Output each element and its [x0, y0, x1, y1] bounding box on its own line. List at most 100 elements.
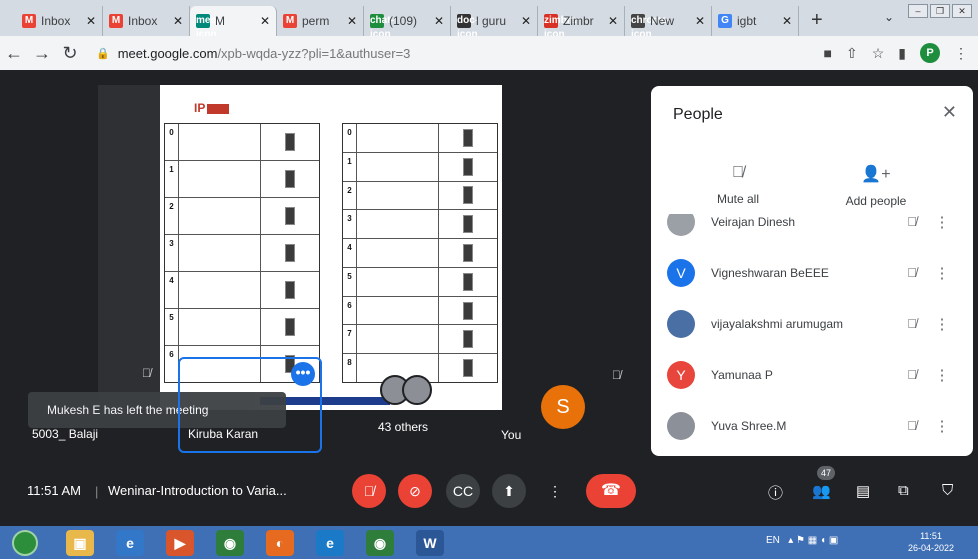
- more-options-icon[interactable]: ⋮: [538, 474, 572, 508]
- browser-tab[interactable]: zimbra-icon Zimbr ✕: [538, 6, 625, 40]
- participant-row[interactable]: Veirajan Dinesh 🎙̸ ⋮: [651, 214, 973, 247]
- start-button[interactable]: [12, 530, 38, 556]
- ip-digit: 5: [343, 267, 357, 296]
- edge-icon[interactable]: e: [316, 530, 344, 556]
- back-arrow-icon[interactable]: ←: [0, 43, 28, 64]
- self-avatar: S: [541, 385, 585, 429]
- maximize-icon[interactable]: ❐: [930, 4, 950, 18]
- media-player-icon[interactable]: ▶: [166, 530, 194, 556]
- people-count-badge: 47: [817, 466, 835, 480]
- more-options-icon[interactable]: ⋮: [927, 366, 957, 384]
- participant-tile-balaji: 5003_ Balaji: [32, 427, 99, 441]
- tab-close-icon[interactable]: ✕: [434, 14, 444, 28]
- tab-close-icon[interactable]: ✕: [521, 14, 531, 28]
- protection-illustration: [261, 272, 319, 308]
- add-people-button[interactable]: 👤+ Add people: [831, 164, 921, 208]
- firefox-icon[interactable]: ◐: [266, 530, 294, 556]
- row-description: [357, 296, 439, 325]
- camera-indicator-icon[interactable]: ■: [824, 45, 832, 61]
- tab-close-icon[interactable]: ✕: [260, 14, 270, 28]
- profile-avatar[interactable]: P: [920, 43, 940, 63]
- slide-title: IP: [194, 101, 230, 115]
- tab-label: (109): [389, 14, 418, 28]
- tab-label: M: [215, 14, 225, 28]
- tab-close-icon[interactable]: ✕: [86, 14, 96, 28]
- chrome-active-icon[interactable]: ◉: [366, 530, 394, 556]
- favicon-icon: M: [22, 14, 36, 28]
- word-icon[interactable]: W: [416, 530, 444, 556]
- host-controls-icon[interactable]: ⛉: [942, 482, 953, 499]
- internet-explorer-icon[interactable]: e: [116, 530, 144, 556]
- browser-menu-icon[interactable]: ⋮: [954, 45, 968, 62]
- browser-tab[interactable]: doc-icon l guru ✕: [451, 6, 538, 40]
- close-window-icon[interactable]: ✕: [952, 4, 972, 18]
- share-icon[interactable]: ⇧: [846, 45, 858, 62]
- more-options-icon[interactable]: ⋮: [927, 264, 957, 282]
- chat-icon[interactable]: ▤: [856, 482, 870, 500]
- tab-close-icon[interactable]: ✕: [695, 14, 705, 28]
- browser-tab[interactable]: M Inbox ✕: [103, 6, 190, 36]
- reload-icon[interactable]: ↻: [56, 43, 84, 64]
- more-options-icon[interactable]: ⋮: [927, 315, 957, 333]
- new-tab-button[interactable]: +: [799, 6, 835, 36]
- captions-button[interactable]: CC: [446, 474, 480, 508]
- end-call-button[interactable]: ☎: [586, 474, 636, 508]
- browser-tab[interactable]: meet-icon M ✕: [190, 6, 277, 40]
- forward-arrow-icon[interactable]: →: [28, 43, 56, 64]
- tray-icons[interactable]: ▴ ⚑ ▦ ◖ ▣: [783, 535, 838, 546]
- meeting-title: Weninar-Introduction to Varia...: [108, 483, 287, 498]
- tile-more-options-button[interactable]: •••: [291, 362, 315, 386]
- browser-tab[interactable]: chat-icon (109) ✕: [364, 6, 451, 40]
- mic-off-icon[interactable]: 🎙̸: [897, 214, 927, 229]
- url-host: meet.google.com: [117, 45, 218, 61]
- minimize-icon[interactable]: –: [908, 4, 928, 18]
- mic-toggle-button[interactable]: 🎙̸: [352, 474, 386, 508]
- row-description: [357, 267, 439, 296]
- table-row: 5: [343, 267, 497, 297]
- meeting-details-icon[interactable]: ⓘ: [768, 482, 783, 503]
- mic-off-icon[interactable]: 🎙̸: [897, 265, 927, 280]
- url-field[interactable]: 🔒 meet.google.com /xpb-wqda-yzz?pli=1&au…: [96, 41, 786, 65]
- participant-row[interactable]: vijayalakshmi arumugam 🎙̸ ⋮: [651, 298, 973, 349]
- browser-tab[interactable]: chrome-icon New ✕: [625, 6, 712, 40]
- row-description: [357, 152, 439, 181]
- present-button[interactable]: ⬆: [492, 474, 526, 508]
- file-explorer-icon[interactable]: ▣: [66, 530, 94, 556]
- bookmark-star-icon[interactable]: ☆: [872, 45, 885, 62]
- mic-off-icon[interactable]: 🎙̸: [897, 418, 927, 433]
- ip-digit: 2: [343, 181, 357, 210]
- protection-illustration: [261, 161, 319, 197]
- protection-illustration: [439, 297, 497, 325]
- side-panel-icon[interactable]: ▮: [898, 45, 906, 62]
- table-row: 1: [343, 152, 497, 182]
- browser-tab[interactable]: Gigbt ✕: [712, 6, 799, 36]
- mic-off-icon[interactable]: 🎙̸: [897, 316, 927, 331]
- meeting-clock: 11:51 AM: [27, 483, 81, 498]
- tab-close-icon[interactable]: ✕: [782, 14, 792, 28]
- camera-toggle-button[interactable]: ⊘: [398, 474, 432, 508]
- tab-search-chevron-icon[interactable]: ⌄: [884, 10, 894, 24]
- tab-close-icon[interactable]: ✕: [347, 14, 357, 28]
- chrome-taskbar-icon[interactable]: ◉: [216, 530, 244, 556]
- participant-row[interactable]: V Vigneshwaran BeEEE 🎙̸ ⋮: [651, 247, 973, 298]
- activities-icon[interactable]: ⧉: [898, 482, 909, 499]
- mic-off-icon[interactable]: 🎙̸: [897, 367, 927, 382]
- more-options-icon[interactable]: ⋮: [927, 417, 957, 435]
- taskbar-clock[interactable]: 11:51 26-04-2022: [908, 530, 954, 554]
- participant-row[interactable]: Yuva Shree.M 🎙̸ ⋮: [651, 400, 973, 451]
- mute-all-button[interactable]: 🎙̸ Mute all: [693, 164, 783, 206]
- others-count-label[interactable]: 43 others: [378, 420, 428, 434]
- participant-row[interactable]: Y Yamunaa P 🎙̸ ⋮: [651, 349, 973, 400]
- browser-tab[interactable]: Mperm ✕: [277, 6, 364, 36]
- tab-close-icon[interactable]: ✕: [608, 14, 618, 28]
- favicon-icon: chrome-icon: [631, 14, 671, 40]
- language-indicator[interactable]: EN: [766, 535, 780, 546]
- table-row: 0: [165, 124, 319, 161]
- close-icon[interactable]: ✕: [942, 102, 957, 123]
- participant-name-kiruba: Kiruba Karan: [188, 427, 259, 441]
- browser-tab[interactable]: M Inbox ✕: [16, 6, 103, 36]
- tab-close-icon[interactable]: ✕: [173, 14, 183, 28]
- tab-label: l guru: [476, 14, 507, 28]
- people-icon[interactable]: 👥: [812, 482, 831, 500]
- more-options-icon[interactable]: ⋮: [927, 214, 957, 231]
